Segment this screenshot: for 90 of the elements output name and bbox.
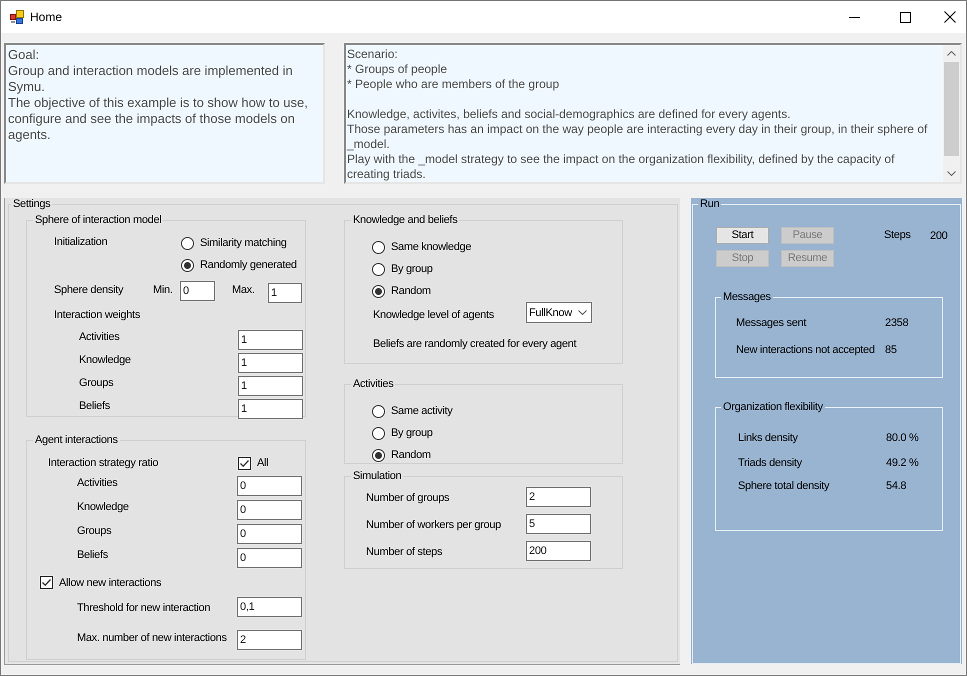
checkbox-option[interactable]: Allow new interactions xyxy=(40,576,162,590)
ratio-field[interactable]: 0 xyxy=(237,524,302,544)
weight-field[interactable]: 1 xyxy=(238,399,303,419)
field-label: Number of workers per group xyxy=(366,518,501,533)
field-label: Sphere density xyxy=(54,283,124,298)
field-label: Number of steps xyxy=(366,545,442,560)
stat-label: Messages sent xyxy=(736,317,806,329)
app-icon xyxy=(10,10,24,24)
radio-option[interactable]: Randomly generated xyxy=(181,254,297,276)
group-title: Sphere of interaction model xyxy=(34,214,162,227)
radio-option[interactable]: By group xyxy=(372,422,433,444)
weight-field[interactable]: 1 xyxy=(238,376,303,396)
field-label: Max. number of new interactions xyxy=(77,631,227,646)
scenario-text: Knowledge, activites, beliefs and social-demographics are defined for every agents. xyxy=(347,107,792,122)
goal-text: Goal: xyxy=(8,47,40,63)
max-interactions-field[interactable]: 2 xyxy=(237,630,302,650)
scenario-text: Play with the _model strategy to see the impact on the organization flexibility, defined by the capacity of creating triads. xyxy=(347,152,896,182)
field-label: Initialization xyxy=(54,235,108,250)
close-icon xyxy=(944,11,956,23)
simulation-field[interactable]: 5 xyxy=(526,514,591,534)
group-title: Messages xyxy=(722,291,772,304)
scenario-text: * People who are members of the group xyxy=(347,77,560,92)
radio-option[interactable]: Similarity matching xyxy=(181,232,287,254)
stat-label: New interactions not accepted xyxy=(736,344,875,356)
scenario-text: * Groups of people xyxy=(347,62,448,77)
field-label: Beliefs xyxy=(79,399,110,413)
scenario-text: Scenario: xyxy=(347,47,399,62)
maximize-icon xyxy=(900,12,911,22)
run-button[interactable]: Start xyxy=(716,227,769,244)
field-label: Groups xyxy=(77,524,112,538)
weight-field[interactable]: 1 xyxy=(238,353,303,373)
ratio-field[interactable]: 0 xyxy=(237,548,302,568)
field-label: Groups xyxy=(79,376,114,390)
field-label: Activities xyxy=(77,476,118,490)
minimize-icon xyxy=(849,16,860,18)
ratio-field[interactable]: 0 xyxy=(237,476,302,496)
group-title: Run xyxy=(699,198,720,211)
weight-field[interactable]: 1 xyxy=(238,330,303,350)
field-label: Interaction weights xyxy=(54,308,140,323)
goal-textbox[interactable]: Goal: Group and interaction models are implemented in Symu. The objective of this example is to show how to use, configure and see the impacts of those models on agents. xyxy=(4,43,325,184)
ratio-field[interactable]: 0 xyxy=(237,500,302,520)
scenario-text: Those parameters has an impact on the way people are interacting every day in their group, in their sphere of _model. xyxy=(347,122,928,152)
scrollbar-thumb[interactable] xyxy=(944,62,959,156)
threshold-field[interactable]: 0,1 xyxy=(237,597,302,617)
field-label: Beliefs xyxy=(77,548,108,562)
max-density-field[interactable]: 1 xyxy=(268,283,302,303)
group-title: Settings xyxy=(12,198,52,211)
stat-value: 54.8 xyxy=(886,479,906,494)
stat-label: Triads density xyxy=(738,456,802,468)
chevron-up-icon[interactable] xyxy=(947,51,956,56)
field-label: Max. xyxy=(232,283,255,298)
group-title: Knowledge and beliefs xyxy=(352,214,458,227)
radio-option[interactable]: Same activity xyxy=(372,400,453,422)
note-text: Beliefs are randomly created for every agent xyxy=(373,338,576,350)
scenario-textbox[interactable] xyxy=(344,43,962,184)
goal-text: Group and interaction models are implemented in Symu. xyxy=(8,63,294,95)
min-density-field[interactable]: 0 xyxy=(180,281,215,301)
window-title: Home xyxy=(30,9,62,25)
radio-option[interactable]: Random xyxy=(372,280,431,302)
simulation-field[interactable]: 200 xyxy=(526,541,591,561)
steps-label: Steps xyxy=(884,229,911,242)
field-label: Interaction strategy ratio xyxy=(48,456,158,470)
group-title: Organization flexibility xyxy=(722,401,824,414)
chevron-down-icon[interactable] xyxy=(947,171,956,176)
field-label: Knowledge xyxy=(77,500,129,514)
field-label: Min. xyxy=(153,283,173,298)
stat-value: 80.0 % xyxy=(886,431,918,446)
field-label: Knowledge xyxy=(79,353,131,367)
checkbox-option[interactable]: All xyxy=(238,456,268,470)
stat-value: 49.2 % xyxy=(886,456,918,470)
goal-text: The objective of this example is to show how to use, configure and see the impacts of those models on agents. xyxy=(8,95,309,143)
stat-value: 2358 xyxy=(885,316,908,331)
field-label: Activities xyxy=(79,330,120,344)
stat-label: Sphere total density xyxy=(738,480,830,492)
chevron-down-icon xyxy=(578,310,587,315)
radio-option[interactable]: Same knowledge xyxy=(372,236,472,258)
knowledge-level-dropdown[interactable]: FullKnow xyxy=(526,302,592,323)
field-label: Threshold for new interaction xyxy=(77,601,210,616)
simulation-field[interactable]: 2 xyxy=(526,487,591,507)
group-title: Agent interactions xyxy=(34,434,119,447)
radio-option[interactable]: Random xyxy=(372,444,431,466)
radio-option[interactable]: By group xyxy=(372,258,433,280)
group-title: Simulation xyxy=(352,470,402,483)
field-label: Knowledge level of agents xyxy=(373,308,494,323)
group-title: Activities xyxy=(352,378,394,391)
scrollbar[interactable] xyxy=(943,45,960,182)
steps-value: 200 xyxy=(930,228,948,242)
field-label: Number of groups xyxy=(366,491,450,506)
stat-value: 85 xyxy=(885,342,897,358)
stat-label: Links density xyxy=(738,432,798,444)
